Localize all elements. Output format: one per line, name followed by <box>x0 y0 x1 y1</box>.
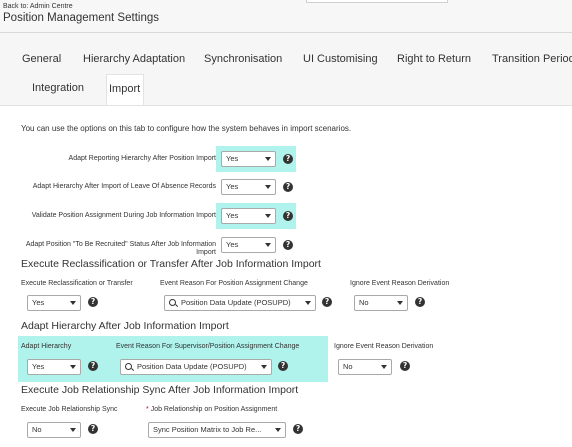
help-icon[interactable]: ? <box>283 240 293 250</box>
search-icon <box>125 363 132 370</box>
reporting-hierarchy-value: Yes <box>226 154 239 163</box>
reclassification-select[interactable]: Yes <box>27 295 81 311</box>
help-icon[interactable]: ? <box>88 297 98 307</box>
section-title-job-relationship: Execute Job Relationship Sync After Job … <box>21 384 299 396</box>
field-label-ignore-derivation-1: Ignore Event Reason Derivation <box>350 280 450 287</box>
help-icon[interactable]: ? <box>322 297 332 307</box>
leave-of-absence-value: Yes <box>226 182 239 191</box>
chevron-down-icon <box>261 365 267 369</box>
event-reason-position-value: Position Data Update (POSUPD) <box>181 298 291 307</box>
chevron-down-icon <box>265 243 271 247</box>
top-search-field[interactable] <box>306 0 448 3</box>
intro-text: You can use the options on this tab to c… <box>21 124 352 133</box>
chevron-down-icon <box>70 301 76 305</box>
job-relationship-position-label-text: Job Relationship on Position Assignment <box>150 406 278 413</box>
help-icon[interactable]: ? <box>415 297 425 307</box>
tab-import[interactable]: Import <box>106 74 144 106</box>
job-relationship-sync-value: No <box>32 425 42 434</box>
field-label-job-relationship-position: * Job Relationship on Position Assignmen… <box>146 406 277 413</box>
back-link[interactable]: Back to: Admin Centre <box>3 3 73 10</box>
help-icon[interactable]: ? <box>88 361 98 371</box>
validate-position-value: Yes <box>226 211 239 220</box>
setting-label-leave-of-absence: Adapt Hierarchy After Import of Leave Of… <box>32 183 216 190</box>
field-label-event-reason-position: Event Reason For Position Assignment Cha… <box>160 280 308 287</box>
chevron-down-icon <box>70 428 76 432</box>
required-marker: * <box>146 406 149 413</box>
validate-position-select[interactable]: Yes <box>221 208 276 224</box>
leave-of-absence-select[interactable]: Yes <box>221 179 276 195</box>
ignore-derivation-select-2[interactable]: No <box>338 359 392 375</box>
help-icon[interactable]: ? <box>283 182 293 192</box>
section-title-reclassification: Execute Reclassification or Transfer Aft… <box>21 258 321 270</box>
setting-label-validate-position: Validate Position Assignment During Job … <box>31 212 216 219</box>
reclassification-value: Yes <box>32 298 45 307</box>
tab-general[interactable]: General <box>22 53 61 65</box>
ignore-derivation-select-1[interactable]: No <box>354 295 408 311</box>
setting-label-to-be-recruited: Adapt Position "To Be Recruited" Status … <box>25 241 216 256</box>
field-label-event-reason-supervisor: Event Reason For Supervisor/Position Ass… <box>116 343 300 350</box>
to-be-recruited-select[interactable]: Yes <box>221 237 276 253</box>
help-icon[interactable]: ? <box>293 424 303 434</box>
tab-right-to-return[interactable]: Right to Return <box>397 53 471 65</box>
tab-hierarchy-adaptation[interactable]: Hierarchy Adaptation <box>83 53 185 65</box>
field-label-reclassification: Execute Reclassification or Transfer <box>21 280 133 287</box>
tab-ui-customising[interactable]: UI Customising <box>303 53 378 65</box>
to-be-recruited-value: Yes <box>226 240 239 249</box>
ignore-derivation-value-2: No <box>343 362 353 371</box>
chevron-down-icon <box>70 365 76 369</box>
chevron-down-icon <box>305 301 311 305</box>
job-relationship-position-select[interactable]: Sync Position Matrix to Job Re... <box>148 422 286 438</box>
help-icon[interactable]: ? <box>278 361 288 371</box>
section-title-adapt-hierarchy: Adapt Hierarchy After Job Information Im… <box>21 320 229 332</box>
help-icon[interactable]: ? <box>400 361 410 371</box>
field-label-ignore-derivation-2: Ignore Event Reason Derivation <box>334 343 434 350</box>
help-icon[interactable]: ? <box>283 211 293 221</box>
reporting-hierarchy-select[interactable]: Yes <box>221 151 276 167</box>
tab-integration[interactable]: Integration <box>32 82 84 94</box>
event-reason-supervisor-value: Position Data Update (POSUPD) <box>137 362 247 371</box>
field-label-adapt-hierarchy: Adapt Hierarchy <box>21 343 72 350</box>
chevron-down-icon <box>397 301 403 305</box>
job-relationship-sync-select[interactable]: No <box>27 422 81 438</box>
tab-synchronisation[interactable]: Synchronisation <box>204 53 282 65</box>
tab-transition-period[interactable]: Transition Period <box>492 53 572 65</box>
adapt-hierarchy-value: Yes <box>32 362 45 371</box>
help-icon[interactable]: ? <box>88 424 98 434</box>
field-label-job-relationship-sync: Execute Job Relationship Sync <box>21 406 118 413</box>
tab-bar: General Hierarchy Adaptation Synchronisa… <box>0 33 572 106</box>
job-relationship-position-value: Sync Position Matrix to Job Re... <box>153 425 262 434</box>
ignore-derivation-value-1: No <box>359 298 369 307</box>
setting-label-reporting-hierarchy: Adapt Reporting Hierarchy After Position… <box>68 155 216 162</box>
page-title: Position Management Settings <box>3 12 159 24</box>
chevron-down-icon <box>265 214 271 218</box>
header-bar: Back to: Admin Centre Position Managemen… <box>0 0 572 33</box>
chevron-down-icon <box>275 428 281 432</box>
chevron-down-icon <box>265 157 271 161</box>
event-reason-supervisor-select[interactable]: Position Data Update (POSUPD) <box>120 359 272 375</box>
chevron-down-icon <box>381 365 387 369</box>
chevron-down-icon <box>265 185 271 189</box>
event-reason-position-select[interactable]: Position Data Update (POSUPD) <box>164 295 316 311</box>
help-icon[interactable]: ? <box>283 154 293 164</box>
adapt-hierarchy-select[interactable]: Yes <box>27 359 81 375</box>
search-icon <box>169 299 176 306</box>
